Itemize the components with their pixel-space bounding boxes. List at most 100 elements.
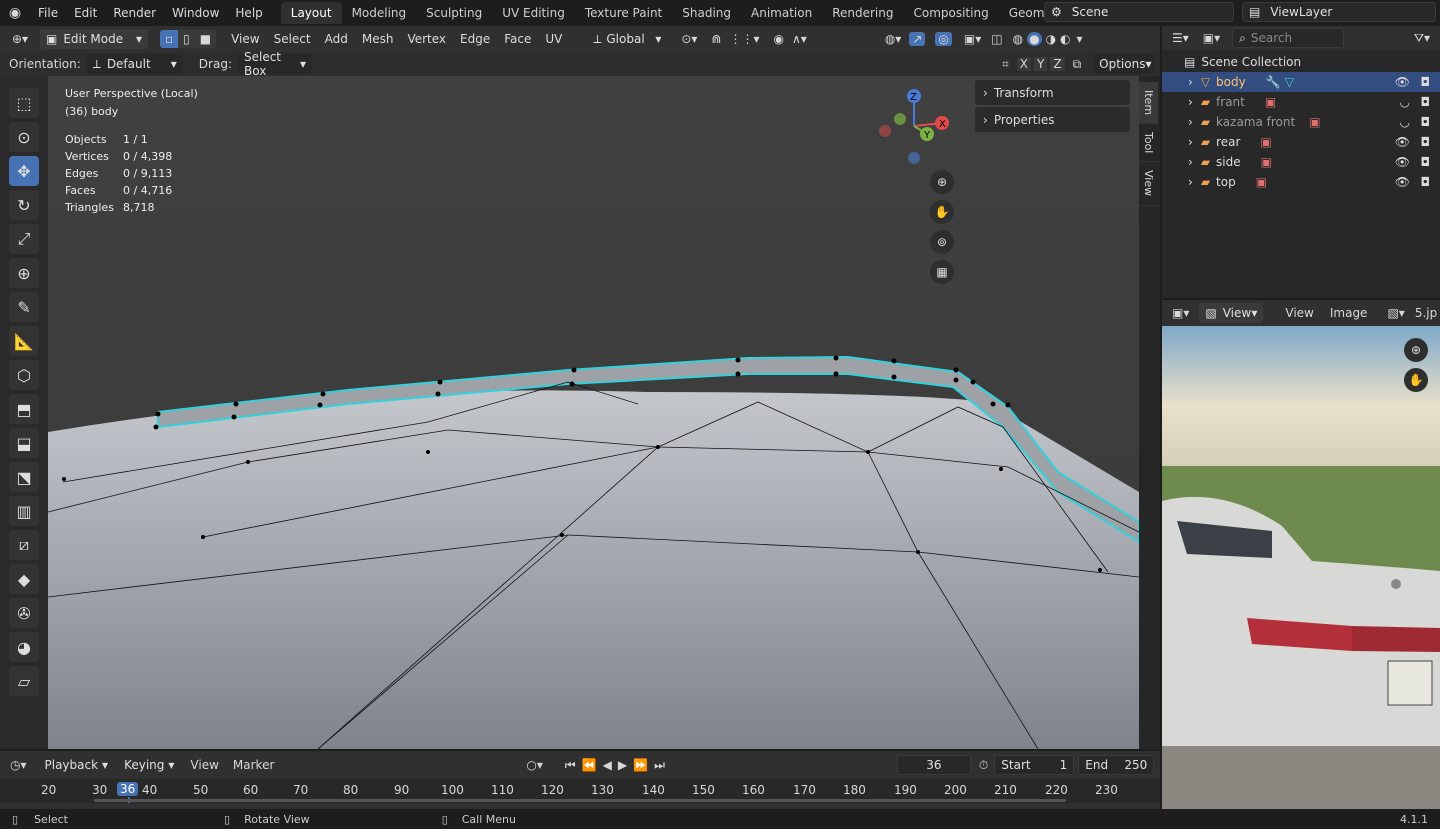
playback-menu[interactable]: Playback ▾ <box>39 755 115 775</box>
menu-face[interactable]: Face <box>497 32 538 46</box>
face-select-icon[interactable]: ■ <box>194 30 217 48</box>
editor-type-icon[interactable]: ⊕▾ <box>0 32 40 46</box>
play-reverse-icon[interactable]: ◀ <box>603 758 612 772</box>
outliner-item-top[interactable]: › ▰ top ▣ 👁 ◘ <box>1162 172 1440 192</box>
solid-shading-icon[interactable]: ● <box>1027 32 1042 46</box>
chevron-right-icon[interactable]: › <box>1188 115 1193 129</box>
outliner-item-kazama-front[interactable]: › ▰ kazama front ▣ ◡ ◘ <box>1162 112 1440 132</box>
editor-type-icon[interactable]: ☰▾ <box>1172 31 1189 45</box>
editor-type-icon[interactable]: ▣▾ <box>1172 306 1189 320</box>
scene-collection-row[interactable]: ▤ Scene Collection <box>1162 52 1440 72</box>
camera-render-icon[interactable]: ◘ <box>1421 155 1431 169</box>
mesh-overlay-icon[interactable]: ▣▾ <box>964 32 981 46</box>
jump-end-icon[interactable]: ⏭ <box>654 758 665 773</box>
menu-window[interactable]: Window <box>164 6 227 20</box>
edge-select-icon[interactable]: ▯ <box>178 30 195 48</box>
chevron-right-icon[interactable]: › <box>1188 135 1193 149</box>
orientation-setting-dropdown[interactable]: ⟂ Default ▾ <box>86 54 183 74</box>
xray-icon[interactable]: ◫ <box>991 32 1002 46</box>
transform-icon[interactable]: ⊕ <box>9 258 39 288</box>
drag-setting-dropdown[interactable]: Select Box ▾ <box>237 50 312 78</box>
menu-vertex[interactable]: Vertex <box>400 32 453 46</box>
camera-icon[interactable]: ⊚ <box>930 230 954 254</box>
chevron-down-icon[interactable]: ▾ <box>1077 32 1083 46</box>
options-dropdown[interactable]: Options ▾ <box>1093 54 1156 74</box>
tab-item[interactable]: Item <box>1139 82 1158 125</box>
eye-icon[interactable]: 👁 <box>1395 155 1410 169</box>
keying-menu[interactable]: Keying ▾ <box>118 755 180 775</box>
spin-icon[interactable]: ✇ <box>9 598 39 628</box>
tab-uv-editing[interactable]: UV Editing <box>492 2 575 24</box>
annotate-icon[interactable]: ✎ <box>9 292 39 322</box>
camera-render-icon[interactable]: ◘ <box>1421 75 1431 89</box>
menu-uv[interactable]: UV <box>538 32 569 46</box>
menu-view[interactable]: View <box>224 32 266 46</box>
menu-edge[interactable]: Edge <box>453 32 497 46</box>
timeline-scrollbar[interactable] <box>94 799 1066 802</box>
outliner-item-rear[interactable]: › ▰ rear ▣ 👁 ◘ <box>1162 132 1440 152</box>
scene-selector[interactable]: ⚙ Scene <box>1044 2 1234 22</box>
auto-key-icon[interactable]: ○▾ <box>526 758 543 772</box>
eye-closed-icon[interactable]: ◡ <box>1400 115 1410 129</box>
overlay-icon[interactable]: ◎ <box>935 32 952 46</box>
menu-file[interactable]: File <box>30 6 66 20</box>
chevron-right-icon[interactable]: › <box>1188 175 1193 189</box>
add-cube-icon[interactable]: ⬡ <box>9 360 39 390</box>
menu-edit[interactable]: Edit <box>66 6 105 20</box>
eye-icon[interactable]: 👁 <box>1395 75 1410 89</box>
tab-animation[interactable]: Animation <box>741 2 822 24</box>
jump-keyframe-forward-icon[interactable]: ⏩ <box>633 758 648 772</box>
loop-cut-icon[interactable]: ▥ <box>9 496 39 526</box>
pivot-icon[interactable]: ⊙▾ <box>681 32 697 46</box>
poly-build-icon[interactable]: ◆ <box>9 564 39 594</box>
transform-orientation-dropdown[interactable]: ⟂ Global ▾ <box>587 29 667 49</box>
menu-view[interactable]: View <box>1285 306 1313 320</box>
snap-icon[interactable]: ⋒ <box>711 32 721 46</box>
inset-icon[interactable]: ⬓ <box>9 428 39 458</box>
vertex-select-icon[interactable]: ▫ <box>160 30 179 48</box>
pan-hand-icon[interactable]: ✋ <box>1404 368 1428 392</box>
snap-target-icon[interactable]: ⋮⋮▾ <box>730 32 760 46</box>
camera-render-icon[interactable]: ◘ <box>1421 135 1431 149</box>
smooth-icon[interactable]: ◕ <box>9 632 39 662</box>
tab-shading[interactable]: Shading <box>672 2 741 24</box>
mirror-icon[interactable]: ⌗ <box>1002 57 1009 72</box>
menu-add[interactable]: Add <box>318 32 355 46</box>
rendered-shading-icon[interactable]: ◐ <box>1060 32 1070 46</box>
tab-tool[interactable]: Tool <box>1139 124 1158 163</box>
outliner-item-frant[interactable]: › ▰ frant ▣ ◡ ◘ <box>1162 92 1440 112</box>
end-frame-field[interactable]: End 250 <box>1078 755 1155 775</box>
outliner-item-body[interactable]: › ▽ body 🔧 ▽ 👁 ◘ <box>1162 72 1440 92</box>
start-frame-field[interactable]: Start 1 <box>994 755 1075 775</box>
jump-keyframe-back-icon[interactable]: ⏪ <box>582 758 597 772</box>
tab-layout[interactable]: Layout <box>280 2 342 24</box>
knife-icon[interactable]: ⧄ <box>9 530 39 560</box>
eye-icon[interactable]: 👁 <box>1395 135 1410 149</box>
cursor-icon[interactable]: ⊙ <box>9 122 39 152</box>
axis-x-toggle[interactable]: X <box>1016 57 1031 71</box>
filter-icon[interactable]: ⛛▾ <box>1414 31 1430 46</box>
view-layer-selector[interactable]: ▤ ViewLayer <box>1242 2 1436 22</box>
axis-y-toggle[interactable]: Y <box>1033 57 1048 71</box>
menu-render[interactable]: Render <box>105 6 164 20</box>
menu-mesh[interactable]: Mesh <box>355 32 401 46</box>
camera-render-icon[interactable]: ◘ <box>1421 95 1431 109</box>
proportional-edit-icon[interactable]: ◉ <box>774 32 784 46</box>
tab-compositing[interactable]: Compositing <box>903 2 998 24</box>
menu-marker[interactable]: Marker <box>233 758 274 772</box>
eye-icon[interactable]: 👁 <box>1395 175 1410 189</box>
grid-perspective-icon[interactable]: ▦ <box>930 260 954 284</box>
shear-icon[interactable]: ▱ <box>9 666 39 696</box>
gizmo-toggle-icon[interactable]: ↗ <box>909 32 926 46</box>
stopwatch-icon[interactable]: ⏱ <box>979 758 988 773</box>
properties-panel-header[interactable]: › Properties <box>975 107 1130 132</box>
falloff-icon[interactable]: ∧▾ <box>792 32 807 46</box>
measure-icon[interactable]: 📐 <box>9 326 39 356</box>
wireframe-shading-icon[interactable]: ◍ <box>1013 32 1023 46</box>
rotate-icon[interactable]: ↻ <box>9 190 39 220</box>
chevron-right-icon[interactable]: › <box>1188 95 1193 109</box>
chevron-right-icon[interactable]: › <box>1188 155 1193 169</box>
select-box-icon[interactable]: ⬚ <box>9 88 39 118</box>
extrude-icon[interactable]: ⬒ <box>9 394 39 424</box>
move-icon[interactable]: ✥ <box>9 156 39 186</box>
